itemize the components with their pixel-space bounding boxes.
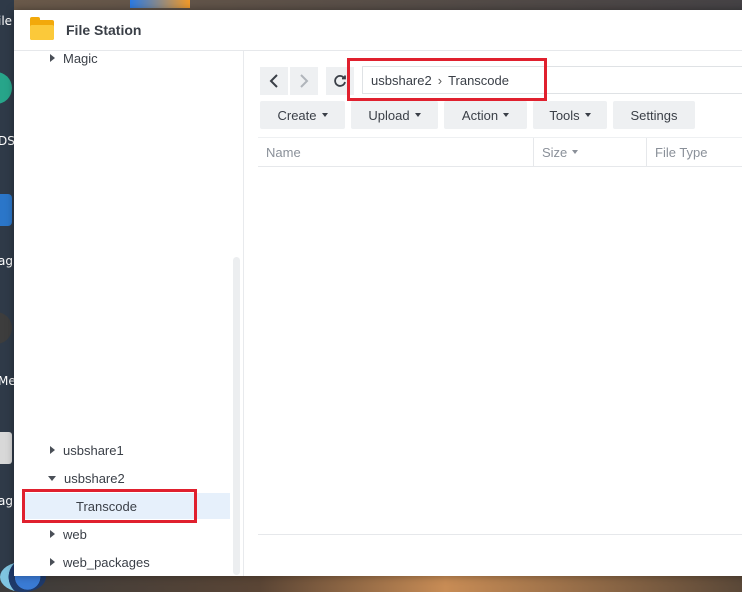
column-label: Size — [542, 144, 568, 160]
chevron-right-icon[interactable] — [50, 558, 55, 566]
column-label: File Type — [655, 144, 708, 160]
desktop-label: ag — [0, 494, 13, 508]
refresh-icon — [334, 75, 346, 87]
file-list-header: Name Size File Type — [258, 137, 742, 167]
column-header-file-type[interactable]: File Type — [647, 138, 742, 166]
tree-item-label: web_packages — [63, 554, 150, 570]
tree-item-label: usbshare1 — [63, 442, 124, 458]
chevron-left-icon — [269, 74, 278, 88]
chevron-right-icon[interactable] — [50, 446, 55, 454]
folder-icon — [30, 17, 54, 40]
action-button[interactable]: Action — [444, 101, 527, 129]
desktop-app-icon[interactable] — [0, 432, 12, 464]
main-pane: usbshare2 › Transcode Create Upload Acti… — [244, 51, 742, 576]
create-label: Create — [277, 107, 317, 123]
highlight-box — [22, 489, 197, 523]
file-station-window: File Station Magic usbshare1 usbshare2 T… — [14, 10, 742, 576]
column-header-name[interactable]: Name — [258, 138, 534, 166]
desktop-app-icon[interactable] — [0, 312, 12, 344]
chevron-right-icon[interactable] — [50, 54, 55, 62]
tree-item-label: web — [63, 526, 87, 542]
desktop-app-icon[interactable] — [0, 194, 12, 226]
upload-button[interactable]: Upload — [351, 101, 438, 129]
tree-item-usbshare2[interactable]: usbshare2 — [14, 465, 230, 491]
settings-label: Settings — [630, 107, 678, 123]
status-bar-divider — [258, 534, 742, 535]
sidebar-scrollbar[interactable] — [233, 257, 240, 575]
tools-label: Tools — [549, 107, 580, 123]
chevron-down-icon[interactable] — [48, 475, 56, 481]
tree-item-label: Magic — [63, 50, 98, 66]
column-header-size[interactable]: Size — [534, 138, 647, 166]
chevron-right-icon — [300, 74, 309, 88]
caret-down-icon — [584, 113, 591, 117]
tools-button[interactable]: Tools — [533, 101, 607, 129]
highlight-box — [347, 58, 547, 101]
tree-item-web-packages[interactable]: web_packages — [14, 549, 230, 575]
desktop-icon-strip: ile DS ag Me ag — [0, 0, 16, 592]
back-button[interactable] — [260, 67, 288, 95]
tree-item-label: usbshare2 — [64, 470, 125, 486]
tree-item-usbshare1[interactable]: usbshare1 — [14, 437, 230, 463]
chevron-right-icon[interactable] — [50, 530, 55, 538]
create-button[interactable]: Create — [260, 101, 345, 129]
window-title: File Station — [66, 22, 142, 38]
caret-down-icon — [321, 113, 328, 117]
desktop-label: DS — [0, 134, 15, 148]
column-label: Name — [266, 144, 301, 160]
desktop-app-strip — [130, 0, 190, 8]
desktop-label: ile — [0, 14, 13, 28]
caret-down-icon — [414, 113, 421, 117]
sort-down-icon — [572, 150, 579, 154]
forward-button[interactable] — [290, 67, 318, 95]
settings-button[interactable]: Settings — [613, 101, 695, 129]
caret-down-icon — [503, 113, 510, 117]
sidebar-tree: Magic usbshare1 usbshare2 Transcode web … — [14, 51, 244, 576]
tree-item-web[interactable]: web — [14, 521, 230, 547]
upload-label: Upload — [368, 107, 410, 123]
desktop-app-icon[interactable] — [0, 72, 12, 104]
action-label: Action — [461, 107, 499, 123]
desktop-taskbar-area — [0, 576, 742, 592]
desktop-label: ag — [0, 254, 13, 268]
tree-item-magic[interactable]: Magic — [14, 45, 230, 71]
